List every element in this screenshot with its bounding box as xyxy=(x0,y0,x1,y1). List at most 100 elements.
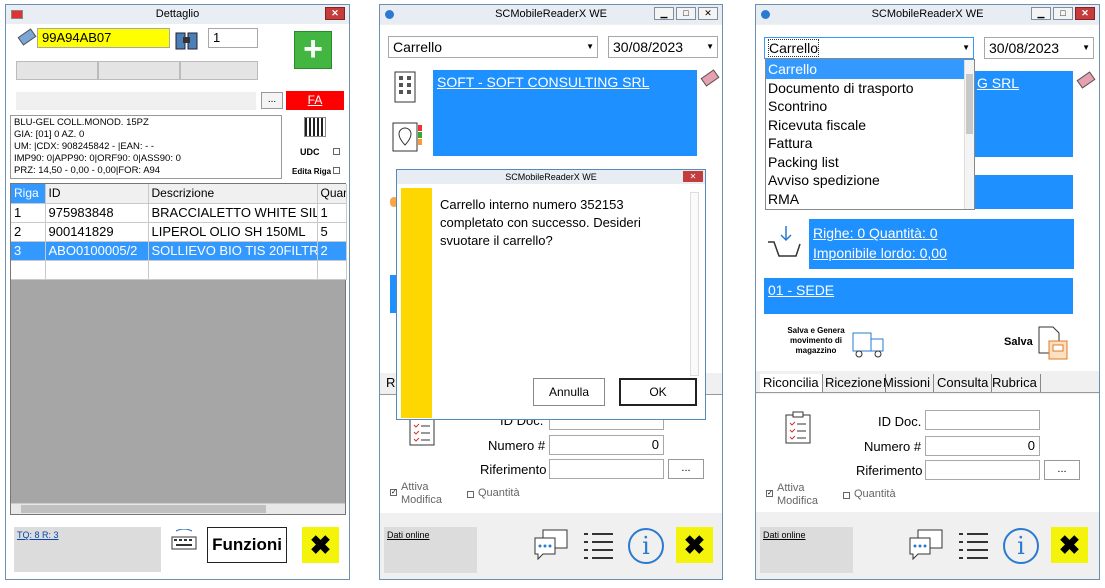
scroll-thumb[interactable] xyxy=(21,505,266,513)
table-row[interactable]: 2 900141829 LIPEROL OLIO SH 150ML 5 xyxy=(11,222,347,242)
binoculars-icon[interactable] xyxy=(174,29,199,53)
code-input[interactable]: 99A94AB07 xyxy=(37,28,170,48)
maximize-button[interactable]: □ xyxy=(1053,7,1073,20)
riferimento-more-button[interactable]: ... xyxy=(668,459,704,479)
table-row[interactable]: 1 975983848 BRACCIALETTO WHITE SIL... 1 xyxy=(11,203,347,223)
edita-riga-checkbox[interactable] xyxy=(333,167,340,174)
info-line: GIA: [01] 0 AZ. 0 xyxy=(14,129,85,140)
col-quantita[interactable]: Quan xyxy=(317,184,347,204)
cell xyxy=(45,260,149,280)
close-button[interactable]: ✖ xyxy=(676,527,713,563)
chat-icon[interactable] xyxy=(908,528,944,562)
riferimento-input[interactable] xyxy=(549,459,664,479)
col-riga[interactable]: Riga xyxy=(11,184,46,204)
tab-rubrica[interactable]: Rubrica xyxy=(989,374,1041,392)
company-fragment: G SRL xyxy=(977,75,1020,91)
attiva-modifica-checkbox[interactable]: ✓ xyxy=(766,490,773,497)
riferimento-label: Riferimento xyxy=(856,463,923,478)
close-window-button[interactable]: ✕ xyxy=(698,7,718,20)
dropdown-option[interactable]: Avviso spedizione xyxy=(766,171,974,190)
maximize-button[interactable]: □ xyxy=(676,7,696,20)
confirm-dialog: SCMobileReaderX WE ✕ Carrello interno nu… xyxy=(396,169,706,420)
col-descrizione[interactable]: Descrizione xyxy=(148,184,318,204)
map-location-icon[interactable] xyxy=(391,121,425,153)
tab-riconcilia[interactable]: Riconcilia xyxy=(760,374,823,392)
dropdown-option[interactable]: Packing list xyxy=(766,153,974,172)
iddoc-input[interactable] xyxy=(925,410,1040,430)
list-icon[interactable] xyxy=(583,529,615,561)
udc-label: UDC xyxy=(300,147,320,157)
dialog-scrollbar[interactable] xyxy=(690,192,699,376)
riferimento-more-button[interactable]: ... xyxy=(1044,460,1080,480)
doc-type-select[interactable]: Carrello ▼ xyxy=(764,37,974,59)
quantita-checkbox[interactable] xyxy=(467,491,474,498)
company-field[interactable]: G SRL xyxy=(973,71,1073,157)
table-row-empty[interactable] xyxy=(11,260,347,280)
dropdown-scrollbar[interactable] xyxy=(964,60,974,209)
udc-checkbox[interactable] xyxy=(333,148,340,155)
ok-button[interactable]: OK xyxy=(619,378,697,406)
close-button[interactable]: ✖ xyxy=(1051,527,1088,563)
tab-missioni[interactable]: Missioni xyxy=(880,374,934,392)
checklist-icon xyxy=(784,411,812,445)
more-button[interactable]: ... xyxy=(261,92,283,109)
keyboard-icon[interactable] xyxy=(170,528,198,551)
scroll-thumb[interactable] xyxy=(966,74,973,134)
close-button[interactable]: ✖ xyxy=(302,527,339,563)
tab-consulta[interactable]: Consulta xyxy=(934,374,993,392)
numero-label: Numero # xyxy=(488,438,546,453)
totals-panel[interactable]: Righe: 0 Quantità: 0 Imponibile lordo: 0… xyxy=(809,219,1074,269)
numero-label: Numero # xyxy=(864,439,922,454)
doc-type-select[interactable]: Carrello ▼ xyxy=(388,36,598,58)
date-field[interactable]: 30/08/2023 ▼ xyxy=(608,36,718,58)
info-icon[interactable]: i xyxy=(628,528,664,564)
salva-label[interactable]: Salva xyxy=(1004,336,1033,348)
dati-online-link[interactable]: Dati online xyxy=(760,527,853,543)
barcode-icon[interactable] xyxy=(304,117,326,137)
fa-badge[interactable]: FA xyxy=(286,91,344,110)
imponibile-link[interactable]: Imponibile lordo: 0,00 xyxy=(813,243,1070,263)
company-field[interactable]: SOFT - SOFT CONSULTING SRL xyxy=(433,70,697,156)
info-icon[interactable]: i xyxy=(1003,528,1039,564)
table-row-selected[interactable]: 3 ABO0100005/2 SOLLIEVO BIO TIS 20FILTR...… xyxy=(11,241,347,261)
col-id[interactable]: ID xyxy=(45,184,149,204)
dropdown-option[interactable]: RMA xyxy=(766,190,974,209)
horizontal-scrollbar[interactable] xyxy=(11,503,345,514)
dropdown-option-selected[interactable]: Carrello xyxy=(766,60,964,79)
riferimento-input[interactable] xyxy=(925,460,1040,480)
list-icon[interactable] xyxy=(958,529,990,561)
annulla-button[interactable]: Annulla xyxy=(533,378,605,406)
numero-input[interactable]: 0 xyxy=(925,436,1040,456)
dialog-close-button[interactable]: ✕ xyxy=(683,171,703,182)
tab-ricezione[interactable]: Ricezione xyxy=(822,374,887,392)
dropdown-option[interactable]: Fattura xyxy=(766,134,974,153)
quantity-input[interactable]: 1 xyxy=(208,28,258,48)
date-field[interactable]: 30/08/2023 ▼ xyxy=(984,37,1094,59)
salva-genera-label[interactable]: Salva e Genera movimento di magazzino xyxy=(781,326,851,356)
attiva-modifica-checkbox[interactable]: ✓ xyxy=(390,489,397,496)
cell: 3 xyxy=(11,241,46,261)
eraser-icon[interactable] xyxy=(17,28,37,46)
righe-link[interactable]: Righe: 0 Quantità: 0 xyxy=(813,223,1070,243)
dropdown-option[interactable]: Documento di trasporto xyxy=(766,79,974,98)
add-button[interactable]: + xyxy=(294,31,332,69)
close-window-button[interactable]: ✕ xyxy=(1075,7,1095,20)
save-doc-icon[interactable] xyxy=(1035,325,1071,361)
funzioni-button[interactable]: Funzioni xyxy=(207,527,287,563)
quantita-checkbox[interactable] xyxy=(843,492,850,499)
cell: BRACCIALETTO WHITE SIL... xyxy=(148,203,318,223)
minimize-button[interactable]: ▁ xyxy=(654,7,674,20)
truck-icon[interactable] xyxy=(851,331,891,359)
numero-input[interactable]: 0 xyxy=(549,435,664,455)
minimize-button[interactable]: ▁ xyxy=(1031,7,1051,20)
info-line: UM: |CDX: 908245842 - |EAN: - - xyxy=(14,141,155,152)
close-window-button[interactable]: ✕ xyxy=(325,7,345,20)
cell xyxy=(11,260,46,280)
sede-field[interactable]: 01 - SEDE xyxy=(764,278,1073,314)
dati-online-link[interactable]: Dati online xyxy=(384,527,477,543)
chat-icon[interactable] xyxy=(533,528,569,562)
tq-link[interactable]: TQ: 8 R: 3 xyxy=(14,527,161,543)
dropdown-option[interactable]: Ricevuta fiscale xyxy=(766,116,974,135)
dropdown-option[interactable]: Scontrino xyxy=(766,97,974,116)
dialog-title: SCMobileReaderX WE xyxy=(505,172,597,182)
